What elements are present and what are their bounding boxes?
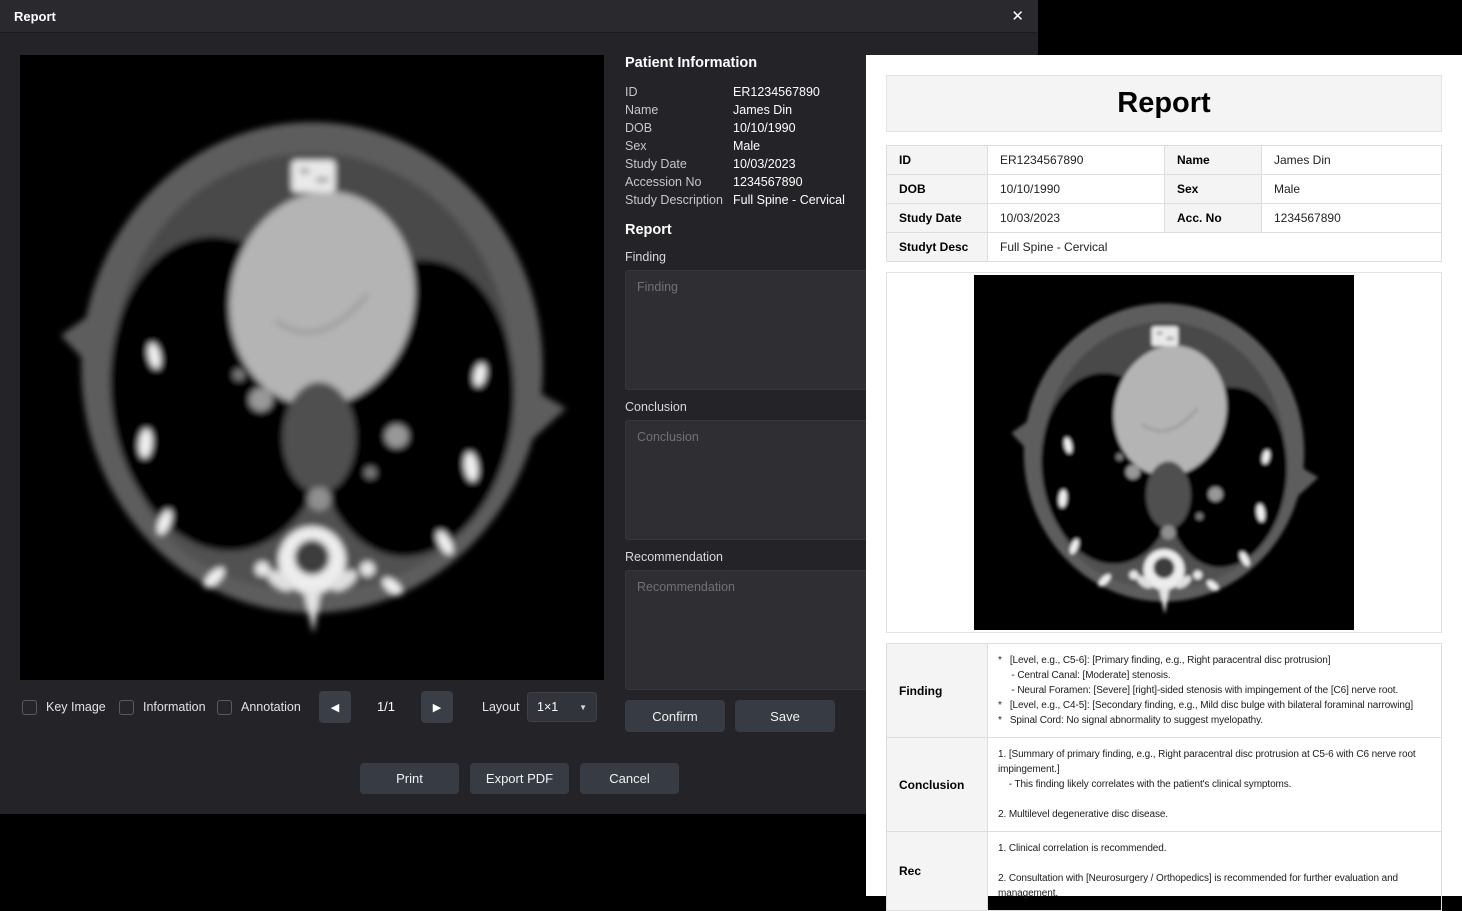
ct-axial-slice-image: [974, 275, 1354, 630]
preview-patient-table: ID ER1234567890 Name James Din DOB 10/10…: [886, 145, 1442, 262]
preview-conclusion-text: 1. [Summary of primary finding, e.g., Ri…: [988, 738, 1442, 832]
preview-name-label: Name: [1165, 146, 1262, 175]
table-row: Studyt Desc Full Spine - Cervical: [887, 233, 1442, 262]
study-date-label: Study Date: [625, 155, 733, 173]
preview-image-box: [886, 272, 1442, 633]
information-option: Information: [119, 691, 206, 723]
layout-dropdown[interactable]: 1×1 ▼: [527, 692, 597, 722]
patient-dob-label: DOB: [625, 119, 733, 137]
preview-study-desc-value: Full Spine - Cervical: [988, 233, 1442, 262]
table-row: ID ER1234567890 Name James Din: [887, 146, 1442, 175]
ct-axial-slice-image: [20, 55, 604, 680]
preview-dob-value: 10/10/1990: [988, 175, 1165, 204]
preview-id-label: ID: [887, 146, 988, 175]
print-button[interactable]: Print: [360, 763, 459, 794]
accession-no-label: Accession No: [625, 173, 733, 191]
preview-title: Report: [886, 75, 1442, 132]
patient-dob-value: 10/10/1990: [733, 119, 796, 137]
chevron-down-icon: ▼: [579, 703, 587, 712]
layout-label: Layout: [482, 691, 520, 723]
close-icon[interactable]: ✕: [1011, 9, 1024, 24]
preview-sections-table: Finding * [Level, e.g., C5-6]: [Primary …: [886, 643, 1442, 911]
preview-conclusion-label: Conclusion: [887, 738, 988, 832]
key-image-checkbox-label: Key Image: [46, 700, 106, 714]
patient-sex-value: Male: [733, 137, 760, 155]
save-button[interactable]: Save: [735, 700, 835, 732]
dialog-title: Report: [14, 9, 56, 24]
preview-sex-value: Male: [1262, 175, 1442, 204]
study-description-value: Full Spine - Cervical: [733, 191, 845, 209]
preview-acc-no-label: Acc. No: [1165, 204, 1262, 233]
export-pdf-button[interactable]: Export PDF: [470, 763, 569, 794]
table-row: Finding * [Level, e.g., C5-6]: [Primary …: [887, 644, 1442, 738]
page-indicator: 1/1: [361, 691, 411, 723]
preview-rec-text: 1. Clinical correlation is recommended. …: [988, 832, 1442, 911]
preview-dob-label: DOB: [887, 175, 988, 204]
preview-finding-text: * [Level, e.g., C5-6]: [Primary finding,…: [988, 644, 1442, 738]
patient-id-value: ER1234567890: [733, 83, 820, 101]
layout-dropdown-value: 1×1: [537, 700, 558, 714]
annotation-option: Annotation: [217, 691, 301, 723]
confirm-button[interactable]: Confirm: [625, 700, 725, 732]
table-row: Rec 1. Clinical correlation is recommend…: [887, 832, 1442, 911]
preview-study-date-label: Study Date: [887, 204, 988, 233]
information-checkbox[interactable]: [119, 700, 134, 715]
report-preview-panel: Report ID ER1234567890 Name James Din DO…: [866, 55, 1462, 896]
patient-name-value: James Din: [733, 101, 792, 119]
image-viewport[interactable]: [20, 55, 604, 680]
key-image-checkbox[interactable]: [22, 700, 37, 715]
information-checkbox-label: Information: [143, 700, 206, 714]
study-description-label: Study Description: [625, 191, 733, 209]
viewer-controls: Key Image Information Annotation ◀ 1/1 ▶…: [0, 691, 625, 723]
accession-no-value: 1234567890: [733, 173, 803, 191]
preview-sex-label: Sex: [1165, 175, 1262, 204]
patient-id-label: ID: [625, 83, 733, 101]
preview-rec-label: Rec: [887, 832, 988, 911]
preview-name-value: James Din: [1262, 146, 1442, 175]
preview-id-value: ER1234567890: [988, 146, 1165, 175]
chevron-left-icon: ◀: [331, 701, 339, 714]
dialog-titlebar: Report ✕: [0, 0, 1038, 33]
preview-study-desc-label: Studyt Desc: [887, 233, 988, 262]
dialog-footer-buttons: Print Export PDF Cancel: [360, 763, 679, 794]
table-row: DOB 10/10/1990 Sex Male: [887, 175, 1442, 204]
patient-sex-label: Sex: [625, 137, 733, 155]
table-row: Study Date 10/03/2023 Acc. No 1234567890: [887, 204, 1442, 233]
study-date-value: 10/03/2023: [733, 155, 796, 173]
key-image-option: Key Image: [22, 691, 106, 723]
chevron-right-icon: ▶: [433, 701, 441, 714]
preview-ct-image: [974, 275, 1354, 630]
preview-study-date-value: 10/03/2023: [988, 204, 1165, 233]
annotation-checkbox-label: Annotation: [241, 700, 301, 714]
table-row: Conclusion 1. [Summary of primary findin…: [887, 738, 1442, 832]
annotation-checkbox[interactable]: [217, 700, 232, 715]
preview-finding-label: Finding: [887, 644, 988, 738]
cancel-button[interactable]: Cancel: [580, 763, 679, 794]
previous-page-button[interactable]: ◀: [319, 691, 351, 723]
patient-name-label: Name: [625, 101, 733, 119]
preview-acc-no-value: 1234567890: [1262, 204, 1442, 233]
next-page-button[interactable]: ▶: [421, 691, 453, 723]
